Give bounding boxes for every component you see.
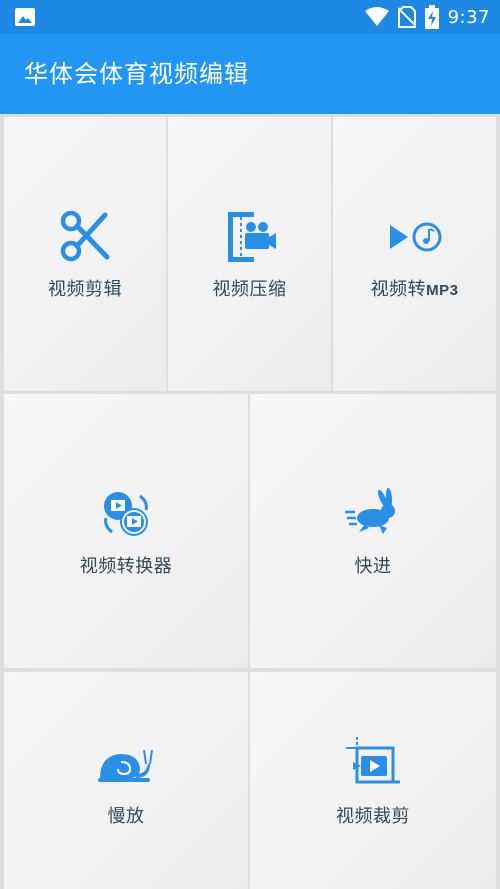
image-icon bbox=[15, 8, 35, 26]
battery-charging-icon bbox=[424, 5, 439, 29]
app-title: 华体会体育视频编辑 bbox=[24, 60, 249, 88]
no-sim-icon bbox=[397, 6, 416, 28]
tool-video-crop[interactable]: 视频裁剪 bbox=[250, 672, 496, 889]
tools-grid: 视频剪辑 视频压缩 视频转MP3 视频转换器 快进 慢放 视频裁剪 bbox=[0, 114, 500, 889]
tool-slow-motion[interactable]: 慢放 bbox=[4, 672, 248, 889]
tool-fast-forward-label: 快进 bbox=[354, 556, 392, 577]
scissors-icon bbox=[60, 210, 110, 262]
label-prefix: 视频转 bbox=[370, 279, 427, 300]
status-bar: 9:37 bbox=[0, 0, 500, 33]
convert-video-icon bbox=[104, 492, 148, 536]
tool-video-cut[interactable]: 视频剪辑 bbox=[4, 117, 166, 391]
wifi-icon bbox=[364, 7, 389, 26]
app-bar: 华体会体育视频编辑 bbox=[0, 33, 500, 114]
status-time: 9:37 bbox=[447, 6, 490, 28]
tool-slow-motion-label: 慢放 bbox=[107, 805, 145, 827]
tool-fast-forward[interactable]: 快进 bbox=[250, 394, 496, 668]
label-suffix: MP3 bbox=[426, 282, 459, 299]
tool-video-cut-label: 视频剪辑 bbox=[48, 279, 122, 300]
tool-video-compress-label: 视频压缩 bbox=[212, 279, 287, 300]
tool-video-to-mp3-label: 视频转MP3 bbox=[371, 275, 459, 301]
tool-video-crop-label: 视频裁剪 bbox=[336, 805, 410, 827]
crop-video-icon bbox=[346, 736, 400, 783]
tool-video-to-mp3[interactable]: 视频转MP3 bbox=[333, 117, 496, 391]
tool-video-compress[interactable]: 视频压缩 bbox=[168, 117, 331, 391]
compress-camera-icon bbox=[227, 212, 276, 262]
tool-video-converter-label: 视频转换器 bbox=[79, 556, 173, 577]
snail-icon bbox=[98, 749, 153, 782]
rabbit-icon bbox=[345, 488, 395, 534]
tool-video-converter[interactable]: 视频转换器 bbox=[4, 394, 248, 668]
play-music-icon bbox=[389, 222, 441, 252]
